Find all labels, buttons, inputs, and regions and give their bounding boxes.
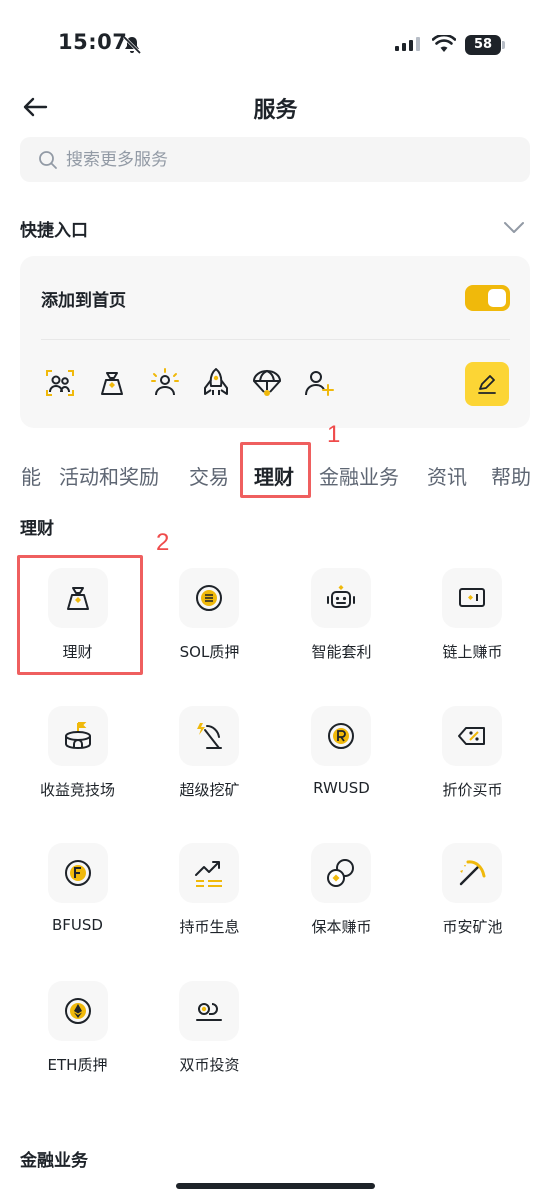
home-indicator[interactable] (176, 1183, 375, 1189)
tab-events-rewards[interactable]: 活动和奖励 (59, 461, 159, 490)
earn-label: 理财 (62, 643, 93, 661)
edit-pencil-icon (478, 375, 496, 394)
wifi-icon (432, 35, 456, 52)
sol-staking-tile[interactable] (179, 568, 239, 628)
trend-up-icon (195, 861, 222, 887)
eth-staking-label: ETH质押 (47, 1056, 108, 1074)
yield-arena-label: 收益竞技场 (39, 781, 115, 799)
principal-protected-label: 保本赚币 (311, 918, 372, 936)
quick-access-card (20, 256, 530, 428)
onchain-earn-tile[interactable] (442, 568, 502, 628)
pickaxe-icon (459, 860, 486, 886)
battery-indicator: 58 (465, 35, 505, 55)
pickaxe-bolt-icon (197, 723, 222, 749)
hodl-interest-tile[interactable] (179, 843, 239, 903)
bfusd-coin-icon (65, 860, 91, 886)
parachute-icon[interactable] (251, 367, 283, 399)
chevron-down-icon[interactable] (503, 219, 525, 235)
bfusd-label: BFUSD (52, 916, 103, 934)
add-to-home-toggle[interactable] (465, 285, 510, 311)
divider (41, 339, 510, 340)
dual-investment-tile[interactable] (179, 981, 239, 1041)
coins-icon (327, 859, 354, 887)
principal-protected-tile[interactable] (311, 843, 371, 903)
rwusd-tile[interactable] (311, 706, 371, 766)
search-input[interactable] (66, 140, 506, 180)
annotation-number-1: 1 (327, 421, 341, 448)
tab-partial[interactable]: 能 (21, 461, 41, 490)
tab-help[interactable]: 帮助 (491, 461, 551, 490)
sol-coin-icon (196, 585, 222, 611)
signal-icon (395, 37, 420, 51)
quick-access-title: 快捷入口 (20, 221, 88, 241)
edit-shortcuts-button[interactable] (465, 362, 509, 406)
tab-finance[interactable]: 金融业务 (319, 461, 399, 490)
section-title-finance: 金融业务 (20, 1151, 88, 1171)
user-sun-icon[interactable] (149, 367, 181, 399)
onchain-earn-label: 链上赚币 (442, 643, 503, 661)
hodl-interest-label: 持币生息 (179, 918, 240, 936)
add-to-home-label: 添加到首页 (41, 291, 126, 311)
eth-staking-tile[interactable] (48, 981, 108, 1041)
bfusd-tile[interactable] (48, 843, 108, 903)
rwusd-coin-icon (328, 723, 354, 749)
yield-arena-tile[interactable] (48, 706, 108, 766)
discount-buy-tile[interactable] (442, 706, 502, 766)
dual-investment-label: 双币投资 (179, 1056, 240, 1074)
annotation-box-tab (240, 442, 311, 498)
mining-pool-label: 币安矿池 (442, 918, 503, 936)
super-mining-label: 超级挖矿 (179, 781, 240, 799)
earn-tile[interactable] (48, 568, 108, 628)
section-title-earn: 理财 (20, 519, 54, 539)
discount-buy-label: 折价买币 (442, 781, 503, 799)
smart-arbitrage-label: 智能套利 (311, 643, 372, 661)
dual-coin-icon (196, 1003, 222, 1021)
eth-coin-icon (65, 998, 91, 1024)
tab-news[interactable]: 资讯 (427, 461, 467, 490)
annotation-number-2: 2 (156, 529, 170, 556)
search-icon (39, 151, 57, 169)
robot-icon (327, 585, 355, 608)
card-icon (459, 588, 485, 607)
arena-icon (65, 722, 91, 750)
add-user-icon[interactable] (303, 367, 335, 399)
smart-arbitrage-tile[interactable] (311, 568, 371, 628)
super-mining-tile[interactable] (179, 706, 239, 766)
money-bag-icon[interactable] (96, 367, 128, 399)
page-title: 服务 (253, 98, 298, 123)
status-time: 15:07 (58, 30, 128, 54)
mining-pool-tile[interactable] (442, 843, 502, 903)
sol-staking-label: SOL质押 (179, 643, 240, 661)
discount-tag-icon (458, 727, 485, 745)
tab-trade[interactable]: 交易 (189, 461, 229, 490)
money-bag-icon (67, 587, 89, 610)
rwusd-label: RWUSD (313, 779, 370, 797)
bell-muted-icon (122, 35, 142, 55)
rocket-icon[interactable] (200, 367, 232, 399)
user-scan-icon[interactable] (44, 367, 76, 399)
